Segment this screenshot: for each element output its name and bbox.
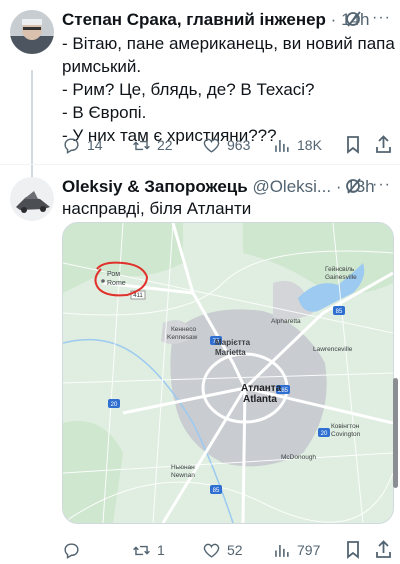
author-name[interactable]: Oleksiy & Запорожець xyxy=(62,177,248,196)
grok-icon[interactable] xyxy=(345,10,363,33)
hwy-20-label: 20 xyxy=(111,402,118,408)
avatar[interactable] xyxy=(10,177,54,221)
heart-icon xyxy=(203,543,220,558)
reply-button[interactable]: 14 xyxy=(62,133,103,157)
retweet-count: 22 xyxy=(157,137,173,153)
tweet-1[interactable]: Степан Срака, главний інженер · 14h ··· … xyxy=(0,0,400,164)
retweet-icon xyxy=(133,140,150,150)
city-covington-en: Covington xyxy=(331,431,361,438)
tweet-header: Oleksiy & Запорожець @Oleksi... · 13h xyxy=(62,177,375,196)
bookmark-icon[interactable] xyxy=(344,540,362,564)
city-rome-en: Rome xyxy=(107,280,126,287)
views-icon xyxy=(275,544,289,557)
city-covington-ua: Ковінгтон xyxy=(331,422,360,430)
city-gainesville-ua: Гейнсвіль xyxy=(325,265,355,273)
views-icon xyxy=(275,139,289,152)
scrollbar[interactable] xyxy=(393,378,398,488)
city-marietta-ua: Марієтта xyxy=(215,338,251,347)
city-kennesaw-ua: Кеннесо xyxy=(171,326,197,333)
tweet-actions: 14 22 963 18K xyxy=(62,133,397,157)
views-count: 797 xyxy=(297,542,321,558)
city-kennesaw-en: Kennesaw xyxy=(167,334,198,341)
reply-icon xyxy=(64,542,79,559)
like-count: 52 xyxy=(227,542,243,558)
reply-count: 14 xyxy=(87,137,103,153)
city-lawrenceville: Lawrenceville xyxy=(313,346,353,353)
reply-button[interactable] xyxy=(62,538,87,562)
city-newnan-en: Newnan xyxy=(171,472,195,479)
tweet-text-line: - Рим? Це, блядь, де? В Техасі? xyxy=(62,80,315,99)
tweet-text-line: - В Європі. xyxy=(62,103,147,122)
retweet-button[interactable]: 22 xyxy=(132,133,173,157)
hwy-411-label: 411 xyxy=(133,293,143,299)
retweet-count: 1 xyxy=(157,542,165,558)
share-icon[interactable] xyxy=(374,540,393,564)
tweet-header: Степан Срака, главний інженер · 14h xyxy=(62,10,370,29)
city-rome-ua: Ром xyxy=(107,271,120,278)
bookmark-icon[interactable] xyxy=(344,135,362,159)
city-mcdonough: McDonough xyxy=(281,454,316,461)
city-alpharetta: Alpharetta xyxy=(271,318,301,325)
hwy-85-label: 85 xyxy=(336,309,343,315)
more-options-icon[interactable]: ··· xyxy=(372,9,391,27)
author-handle[interactable]: @Oleksi... xyxy=(252,177,331,196)
author-name[interactable]: Степан Срака, главний інженер xyxy=(62,10,326,29)
retweet-icon xyxy=(133,545,150,555)
city-atlanta-ua: Атланта xyxy=(241,383,282,394)
like-button[interactable]: 963 xyxy=(202,133,250,157)
views-button[interactable]: 18K xyxy=(272,133,322,157)
city-gainesville-en: Gainesville xyxy=(325,274,357,281)
tweet-actions: 1 52 797 xyxy=(62,538,397,562)
hwy-20-east-label: 20 xyxy=(321,431,328,437)
city-marietta-en: Marietta xyxy=(215,348,246,357)
views-count: 18K xyxy=(297,137,322,153)
tweet-text-line: - Вітаю, пане американець, ви новий папа xyxy=(62,34,395,53)
like-count: 963 xyxy=(227,137,251,153)
retweet-button[interactable]: 1 xyxy=(132,538,165,562)
heart-icon xyxy=(203,138,220,153)
grok-icon[interactable] xyxy=(345,177,363,200)
more-options-icon[interactable]: ··· xyxy=(372,176,391,194)
city-atlanta-en: Atlanta xyxy=(243,394,277,405)
share-icon[interactable] xyxy=(374,135,393,159)
reply-icon xyxy=(64,137,79,154)
like-button[interactable]: 52 xyxy=(202,538,243,562)
tweet-text: насправді, біля Атланти xyxy=(62,199,252,218)
city-newnan-ua: Ньюнан xyxy=(171,464,195,471)
avatar[interactable] xyxy=(10,10,54,54)
map-image[interactable]: 411 20 20 75 85 85 285 Ром Rome Гейнсвіл… xyxy=(62,222,394,524)
views-button[interactable]: 797 xyxy=(272,538,320,562)
tweet-text-line: римський. xyxy=(62,57,142,76)
hwy-85-south-label: 85 xyxy=(213,488,220,494)
